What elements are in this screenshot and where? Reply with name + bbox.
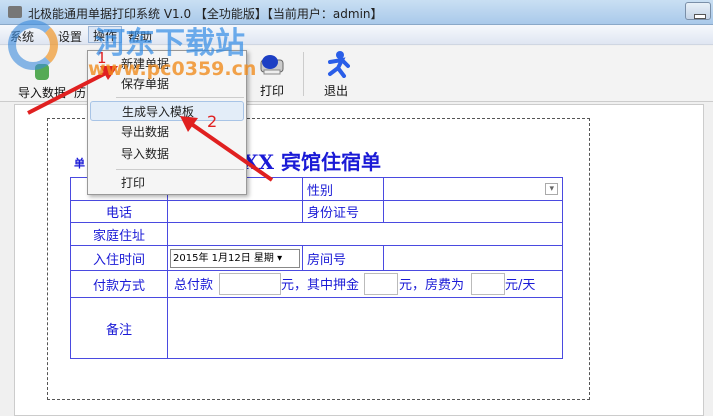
arrow-1 (27, 70, 109, 115)
step-2-label: 2 (207, 112, 218, 131)
annotation-arrows (27, 66, 274, 182)
arrow-2 (188, 121, 274, 182)
arrow-head-2 (180, 116, 198, 132)
step-1-label: 1 (97, 49, 107, 67)
